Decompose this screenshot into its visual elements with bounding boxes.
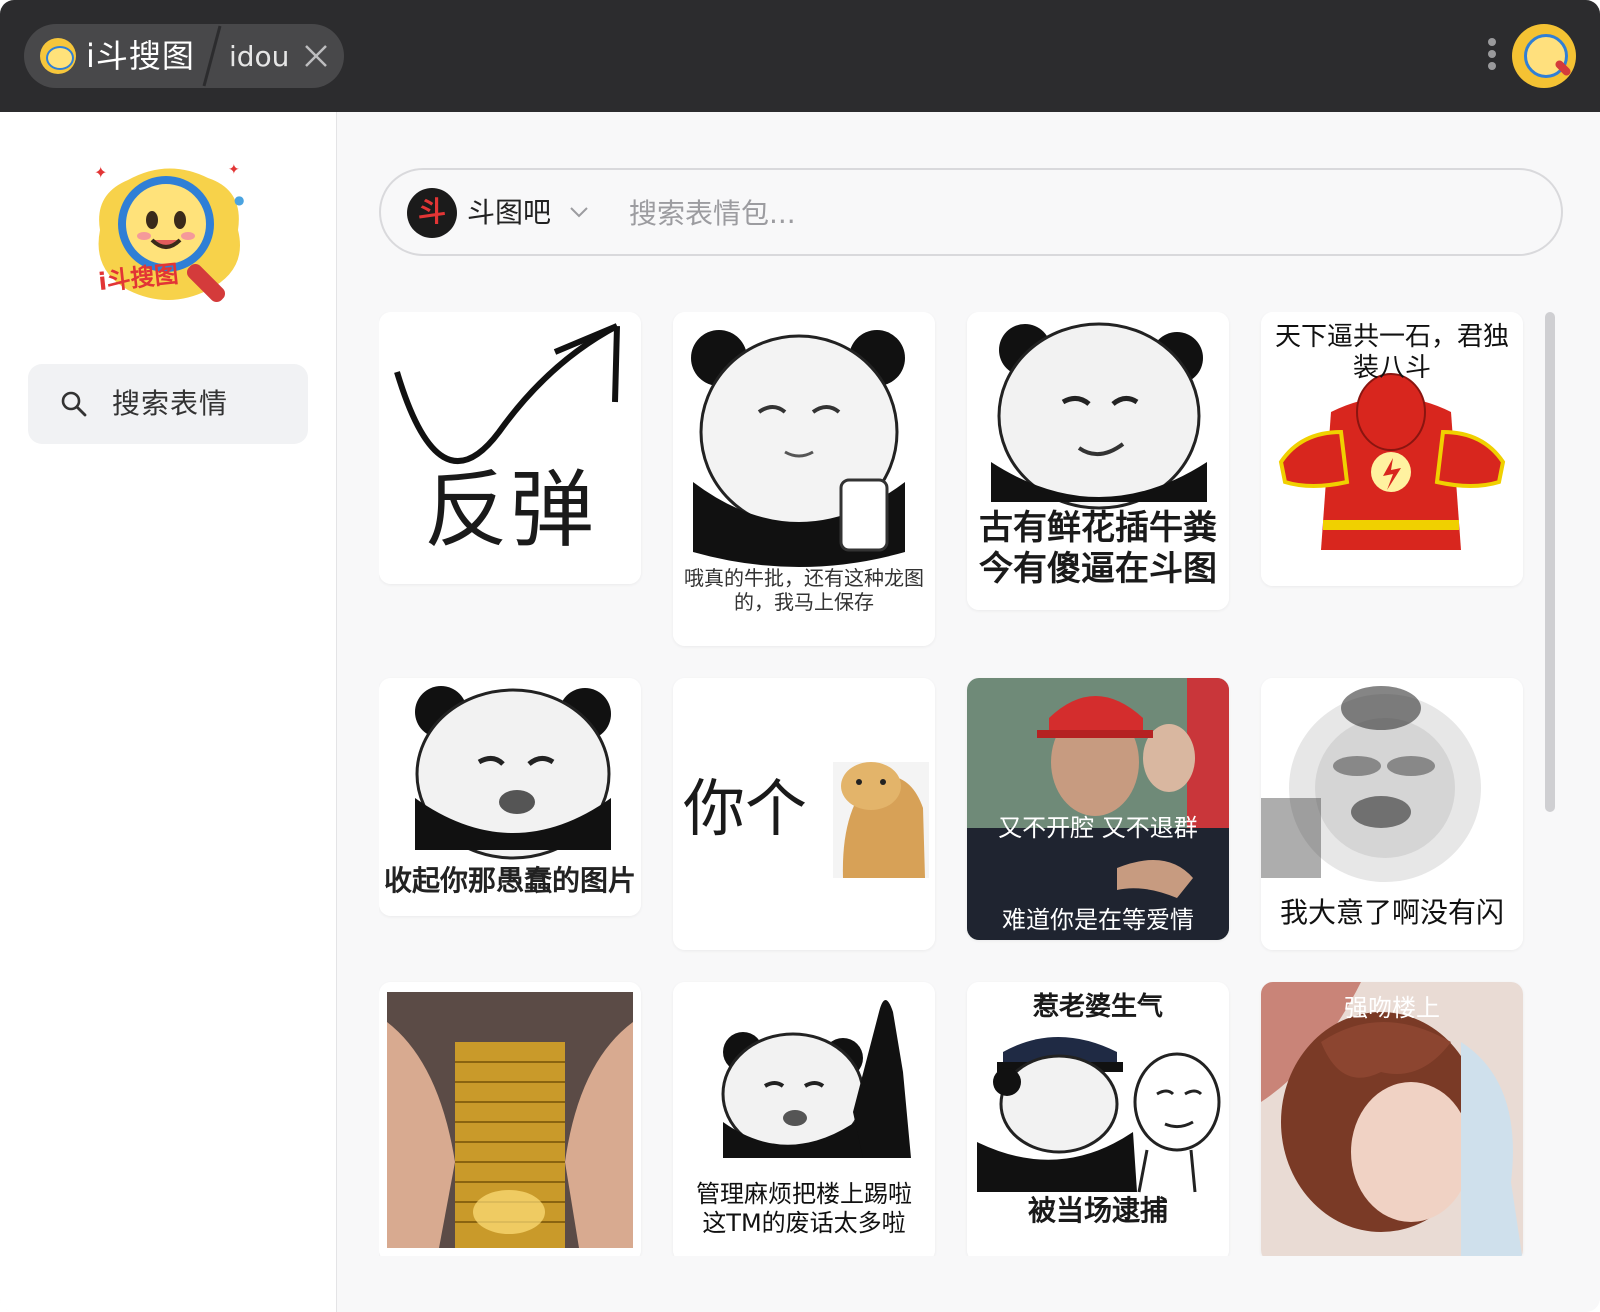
source-selector[interactable]: 斗图吧 [467,194,551,232]
meme-caption: 收起你那愚蠢的图片 [383,864,636,897]
meme-card[interactable]: 惹老婆生气 被当场逮捕 [967,982,1229,1256]
source-logo-icon[interactable]: 斗 [407,188,457,238]
title-bar: i斗搜图 idou [0,0,1600,112]
search-icon [60,390,88,418]
tab-subtitle: idou [229,40,290,73]
close-icon[interactable] [300,40,332,72]
meme-card[interactable] [379,982,641,1256]
meme-card[interactable]: 管理麻烦把楼上踢啦这TM的废话太多啦 [673,982,935,1256]
meme-caption: 反弹 [423,461,596,559]
meme-caption: 我大意了啊没有闪 [1279,896,1504,929]
meme-card[interactable]: 哦真的牛批，还有这种龙图的，我马上保存 [673,312,935,646]
sidebar-item-search[interactable]: 搜索表情 [28,364,308,444]
meme-caption: 强吻楼上 [1344,994,1440,1022]
search-input[interactable] [629,188,1529,238]
meme-card[interactable]: 又不开腔 又不退群 难道你是在等爱情 [967,678,1229,940]
meme-image [1261,982,1523,1256]
avatar[interactable] [1512,24,1576,88]
meme-caption: 你个 [683,772,808,845]
meme-caption-top: 惹老婆生气 [1032,992,1163,1022]
meme-caption: 哦真的牛批，还有这种龙图的，我马上保存 [684,566,924,614]
meme-image [967,678,1229,940]
meme-caption: 管理麻烦把楼上踢啦这TM的废话太多啦 [696,1180,912,1237]
meme-card[interactable]: 反弹 [379,312,641,584]
meme-caption: 被当场逮捕 [1027,1194,1168,1227]
app-logo-icon [40,38,76,74]
sidebar-item-label: 搜索表情 [112,387,229,420]
meme-card[interactable]: 强吻楼上 [1261,982,1523,1256]
tab-title: i斗搜图 [86,37,195,75]
scrollbar-track[interactable] [1545,312,1555,1256]
svg-text:✦: ✦ [94,163,107,182]
app-window: i斗搜图 idou ✦ ✦ ● i斗搜图 搜索表情 斗 斗图吧 搜索表情包...… [0,0,1600,1312]
meme-card[interactable]: 我大意了啊没有闪 [1261,678,1523,950]
main-content: 斗 斗图吧 反弹 [337,112,1600,1312]
meme-caption: 古有鲜花插牛粪今有傻逼在斗图 [979,508,1217,589]
meme-caption-top: 又不开腔 又不退群 [998,814,1198,842]
meme-card[interactable]: 天下逼共一石，君独装八斗 [1261,312,1523,586]
source-logo-glyph: 斗 [417,195,446,228]
svg-text:✦: ✦ [228,162,240,178]
svg-text:●: ● [234,193,244,207]
tab-divider [200,24,224,88]
sidebar: ✦ ✦ ● i斗搜图 搜索表情 [0,112,337,1312]
meme-card[interactable]: 收起你那愚蠢的图片 [379,678,641,916]
meme-caption: 天下逼共一石，君独装八斗 [1274,322,1509,384]
search-bar: 斗 斗图吧 [379,168,1563,256]
meme-image [379,982,641,1256]
meme-card[interactable]: 你个 [673,678,935,950]
meme-caption: 难道你是在等爱情 [1002,906,1194,934]
meme-card[interactable]: 古有鲜花插牛粪今有傻逼在斗图 [967,312,1229,610]
scrollbar-thumb[interactable] [1545,312,1555,812]
more-vertical-icon[interactable] [1484,34,1500,78]
meme-grid: 反弹 哦真的牛批，还有这种龙图的，我马上保存 古有鲜花插牛粪今有傻逼在斗图 天下… [379,312,1539,1256]
brand-logo: ✦ ✦ ● i斗搜图 [88,160,248,310]
chevron-down-icon[interactable] [567,200,591,224]
